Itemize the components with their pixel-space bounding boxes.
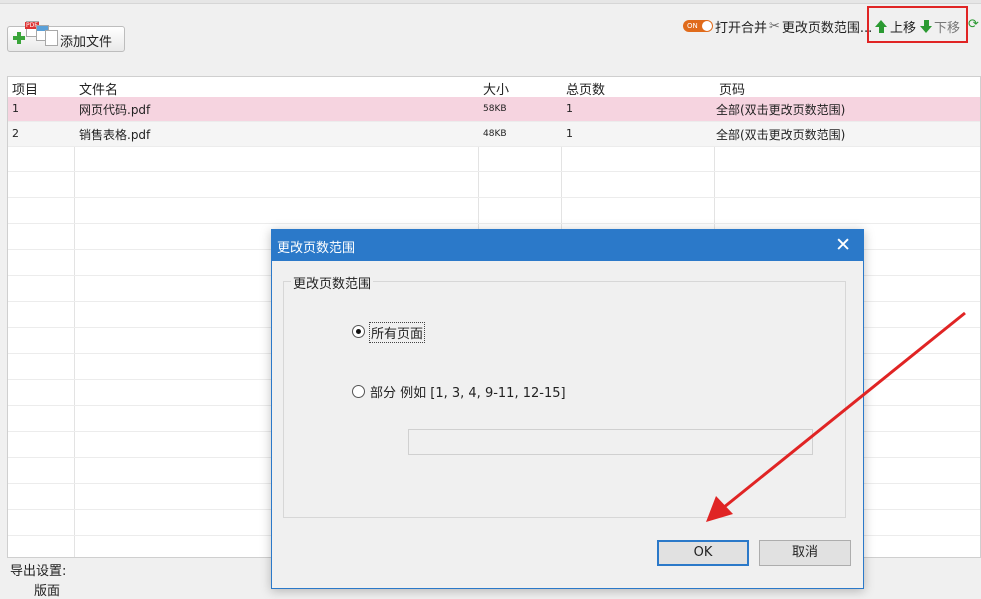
window-top-edge: [0, 0, 981, 4]
header-index[interactable]: 项目: [12, 79, 38, 98]
dialog-title: 更改页数范围: [277, 241, 356, 256]
cancel-button[interactable]: 取消: [759, 540, 851, 566]
row-total-pages: 1: [566, 102, 573, 115]
highlight-box: [867, 6, 968, 43]
header-page-range[interactable]: 页码: [719, 79, 745, 98]
empty-row: [8, 147, 980, 172]
table-header: 项目 文件名 大小 总页数 页码: [8, 77, 980, 98]
add-plus-icon: [12, 31, 26, 45]
page-range-input[interactable]: [408, 429, 813, 455]
toggle-icon: ON: [683, 20, 713, 32]
open-merge-label: 打开合并: [715, 20, 768, 36]
row-page-range: 全部(双击更改页数范围): [716, 128, 846, 142]
empty-row: [8, 199, 980, 224]
group-label: 更改页数范围: [291, 273, 374, 292]
radio-partial-pages[interactable]: [352, 385, 365, 398]
ok-button[interactable]: OK: [657, 540, 749, 566]
row-filename: 网页代码.pdf: [79, 103, 151, 117]
radio-all-pages-label[interactable]: 所有页面: [369, 322, 426, 343]
layout-label: 版面: [34, 584, 61, 599]
row-total-pages: 1: [566, 127, 573, 140]
row-size: 48KB: [483, 129, 507, 139]
refresh-icon[interactable]: ⟳: [968, 17, 980, 32]
radio-partial-pages-label[interactable]: 部分 例如 [1, 3, 4, 9-11, 12-15]: [370, 382, 566, 401]
export-settings-label: 导出设置:: [10, 564, 67, 579]
table-row[interactable]: 1 网页代码.pdf 58KB 1 全部(双击更改页数范围): [8, 97, 980, 122]
row-page-range: 全部(双击更改页数范围): [716, 103, 846, 117]
row-index: 1: [12, 102, 19, 115]
range-groupbox: 更改页数范围 所有页面 部分 例如 [1, 3, 4, 9-11, 12-15]: [283, 273, 846, 518]
empty-row: [8, 173, 980, 198]
open-merge-toggle[interactable]: ON 打开合并: [683, 17, 768, 36]
row-filename: 销售表格.pdf: [79, 128, 151, 142]
radio-all-pages[interactable]: [352, 325, 365, 338]
header-total-pages[interactable]: 总页数: [566, 79, 605, 98]
header-size[interactable]: 大小: [483, 79, 509, 98]
add-file-label: 添加文件: [60, 35, 113, 50]
wrench-icon: ✂: [769, 18, 780, 34]
dialog-title-bar[interactable]: 更改页数范围 ✕: [272, 230, 863, 261]
row-size: 58KB: [483, 104, 507, 114]
row-index: 2: [12, 127, 19, 140]
change-range-label: 更改页数范围...: [781, 20, 873, 36]
close-icon[interactable]: ✕: [835, 234, 851, 256]
header-filename[interactable]: 文件名: [79, 79, 118, 98]
change-range-dialog: 更改页数范围 ✕ 更改页数范围 所有页面 部分 例如 [1, 3, 4, 9-1…: [271, 229, 864, 589]
table-row[interactable]: 2 销售表格.pdf 48KB 1 全部(双击更改页数范围): [8, 122, 980, 147]
add-file-button[interactable]: 添加文件: [7, 21, 125, 52]
change-range-button[interactable]: ✂ 更改页数范围...: [769, 17, 873, 36]
